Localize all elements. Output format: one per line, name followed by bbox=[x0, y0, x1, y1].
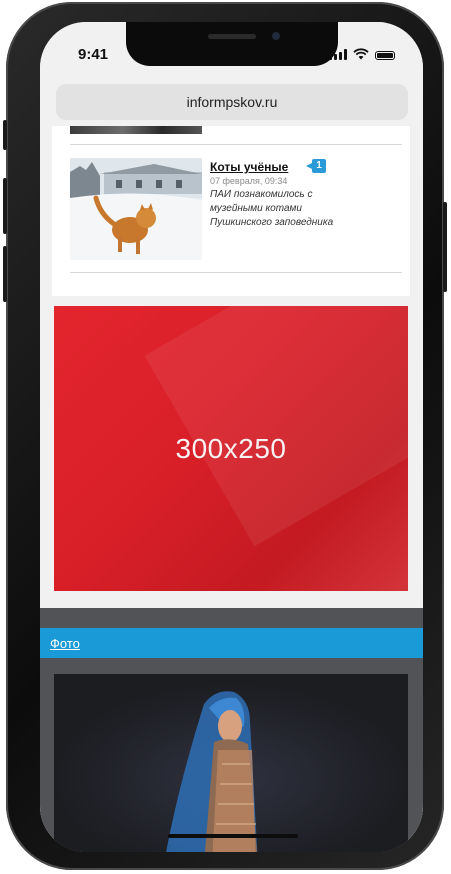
status-time: 9:41 bbox=[78, 46, 109, 63]
news-title-link[interactable]: Коты учёные bbox=[210, 160, 288, 174]
wifi-icon bbox=[353, 48, 369, 60]
phone-frame: 9:41 informpskov.ru Коты учёные 1 07 фев… bbox=[3, 2, 447, 870]
volume-down-button bbox=[3, 246, 7, 302]
status-icons bbox=[329, 48, 395, 60]
volume-up-button bbox=[3, 178, 7, 234]
power-button bbox=[443, 202, 447, 292]
earpiece-speaker bbox=[208, 34, 256, 39]
news-description: ПАИ познакомилось с музейными котами Пуш… bbox=[210, 189, 334, 228]
home-indicator bbox=[168, 834, 298, 838]
browser-address-bar[interactable]: informpskov.ru bbox=[56, 84, 408, 120]
news-divider-bottom bbox=[70, 272, 402, 273]
previous-news-image[interactable] bbox=[70, 126, 202, 134]
ad-size-label: 300x250 bbox=[175, 432, 287, 464]
comment-count-badge[interactable]: 1 bbox=[306, 159, 326, 173]
photo-section-link[interactable]: Фото bbox=[50, 636, 80, 651]
battery-icon bbox=[375, 51, 395, 60]
phone-notch bbox=[126, 22, 338, 66]
news-thumbnail[interactable] bbox=[70, 158, 202, 260]
phone-screen: 9:41 informpskov.ru Коты учёные 1 07 фев… bbox=[40, 22, 423, 852]
ad-banner-300x250[interactable]: 300x250 bbox=[54, 306, 408, 591]
photo-section-header: Фото bbox=[40, 628, 423, 658]
news-divider-top bbox=[70, 144, 402, 145]
mute-switch bbox=[3, 120, 7, 150]
front-camera bbox=[272, 32, 280, 40]
page-content: Коты учёные 1 07 февраля, 09:34 ПАИ позн… bbox=[40, 126, 423, 852]
featured-photo[interactable] bbox=[54, 674, 408, 852]
address-bar-url: informpskov.ru bbox=[186, 94, 278, 110]
news-date: 07 февраля, 09:34 bbox=[210, 176, 288, 186]
